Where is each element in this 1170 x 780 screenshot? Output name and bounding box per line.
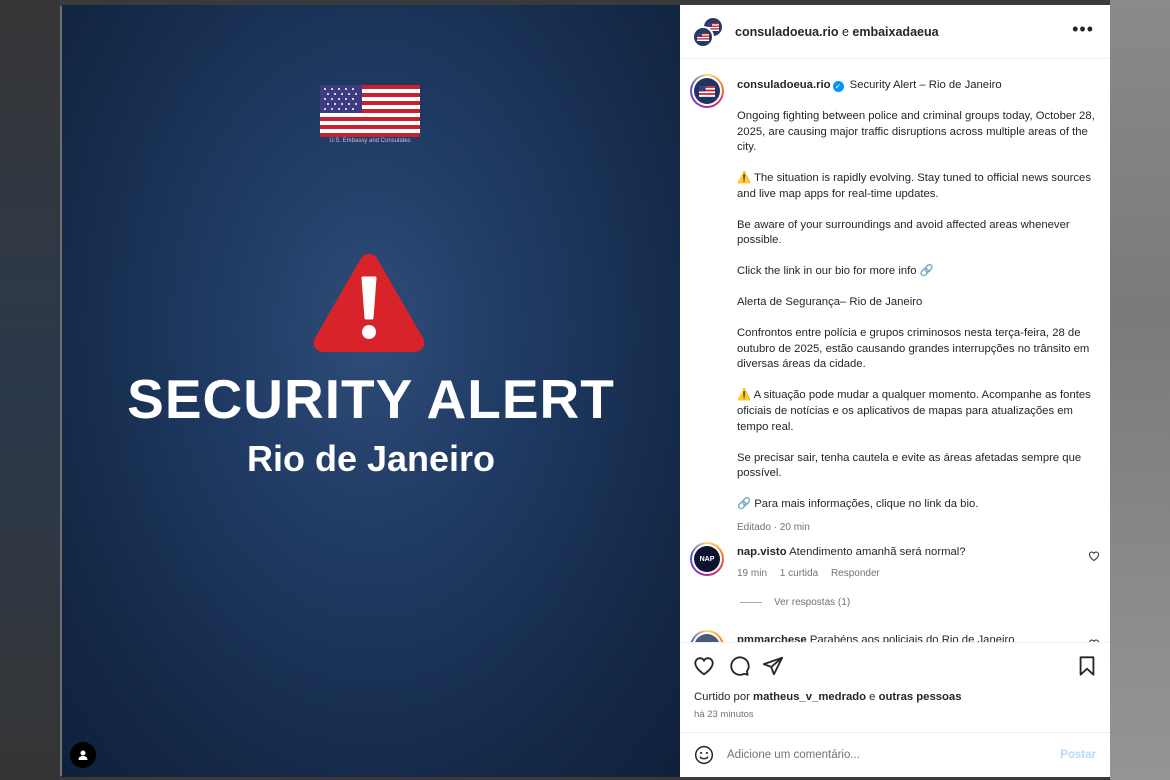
- comments-scroll[interactable]: consuladoeua.rio ✓ Security Alert – Rio d…: [680, 60, 1110, 642]
- avatar: [692, 25, 714, 48]
- header-collaborator[interactable]: embaixadaeua: [852, 25, 938, 39]
- add-comment-bar: Postar: [680, 732, 1110, 777]
- comment-body: Atendimento amanhã será normal?: [789, 546, 966, 558]
- more-options-icon[interactable]: •••: [1072, 20, 1094, 38]
- avatar[interactable]: [690, 74, 724, 108]
- post-details-panel: consuladoeua.rio e embaixadaeua ••• cons…: [680, 5, 1110, 777]
- caption-paragraph: Se precisar sair, tenha cautela e evite …: [737, 451, 1082, 480]
- comment-likes[interactable]: 1 curtida: [780, 568, 818, 579]
- warning-triangle-icon: [313, 254, 425, 352]
- comment-input[interactable]: [727, 749, 1037, 761]
- post-comment-button[interactable]: Postar: [1060, 749, 1096, 761]
- liked-user[interactable]: matheus_v_medrado: [753, 691, 866, 703]
- caption-paragraph: Ongoing fighting between police and crim…: [737, 109, 1095, 154]
- caption-paragraph: ⚠️ A situação pode mudar a qualquer mome…: [737, 389, 1091, 433]
- liked-prefix: Curtido por: [694, 691, 754, 703]
- comment-username[interactable]: nap.visto: [737, 546, 787, 558]
- liked-others[interactable]: outras pessoas: [879, 691, 962, 703]
- caption-text: consuladoeua.rio ✓ Security Alert – Rio d…: [737, 78, 1095, 536]
- backdrop-left: [0, 0, 60, 780]
- caption-paragraph: ⚠️ The situation is rapidly evolving. St…: [737, 172, 1091, 200]
- avatar[interactable]: NAP: [690, 542, 724, 576]
- comment-text: pmmarchese Parabéns aos policiais do Rio…: [737, 634, 1067, 642]
- verified-badge-icon: ✓: [832, 81, 844, 92]
- comment-time: 19 min: [737, 568, 768, 579]
- post-actions: Curtido por matheus_v_medrado e outras p…: [680, 642, 1110, 732]
- liked-by: Curtido por matheus_v_medrado e outras p…: [694, 691, 962, 703]
- caption-username[interactable]: consuladoeua.rio: [737, 79, 831, 91]
- flag-caption: U.S. Embassy and Consulates: [329, 138, 411, 144]
- view-replies-button[interactable]: Ver respostas (1): [740, 597, 850, 608]
- alert-subtitle: Rio de Janeiro: [246, 438, 496, 479]
- backdrop-right: [1110, 0, 1170, 780]
- post-header: consuladoeua.rio e embaixadaeua •••: [680, 5, 1110, 59]
- caption-paragraph: Confrontos entre polícia e grupos crimin…: [737, 327, 1090, 371]
- caption-paragraph: Be aware of your surroundings and avoid …: [737, 218, 1070, 247]
- comment-username[interactable]: pmmarchese: [737, 634, 807, 642]
- comment-body: Parabéns aos policiais do Rio de Janeiro: [809, 634, 1015, 642]
- header-accounts[interactable]: consuladoeua.rio e embaixadaeua: [735, 25, 939, 39]
- post-time: há 23 minutos: [694, 709, 754, 720]
- liked-suffix: e: [866, 691, 879, 703]
- heart-icon[interactable]: [693, 655, 715, 677]
- reply-button[interactable]: Responder: [831, 568, 880, 579]
- divider: [740, 602, 762, 603]
- comment-icon[interactable]: [728, 655, 750, 677]
- share-icon[interactable]: [762, 655, 784, 677]
- emoji-icon[interactable]: [694, 745, 714, 765]
- caption-meta: Editado · 20 min: [737, 522, 810, 534]
- caption-paragraph: 🔗 Para mais informações, clique no link …: [737, 498, 979, 511]
- comment-text: nap.visto Atendimento amanhã será normal…: [737, 546, 1067, 558]
- header-account[interactable]: consuladoeua.rio: [735, 25, 839, 39]
- us-flag-icon: [320, 85, 420, 137]
- comment-item: pmmarchese Parabéns aos policiais do Rio…: [690, 630, 1100, 642]
- bookmark-icon[interactable]: [1076, 655, 1098, 677]
- caption-paragraph: Click the link in our bio for more info …: [737, 265, 934, 278]
- view-replies-label: Ver respostas (1): [774, 597, 851, 608]
- post-media[interactable]: U.S. Embassy and Consulates SECURITY ALE…: [62, 5, 680, 777]
- avatar-text: NAP: [694, 546, 720, 572]
- collab-avatars[interactable]: [692, 15, 724, 48]
- comment-item: NAP nap.visto Atendimento amanhã será no…: [690, 542, 1100, 592]
- heart-icon[interactable]: [1088, 550, 1100, 562]
- user-tag-icon[interactable]: [70, 742, 96, 768]
- caption-paragraph: Alerta de Segurança– Rio de Janeiro: [737, 296, 923, 309]
- comment-meta: 19 min 1 curtida Responder: [737, 568, 890, 579]
- alert-title: SECURITY ALERT: [127, 368, 615, 430]
- avatar[interactable]: [690, 630, 724, 642]
- header-conjunction: e: [838, 24, 853, 39]
- caption-title: Security Alert – Rio de Janeiro: [849, 79, 1002, 91]
